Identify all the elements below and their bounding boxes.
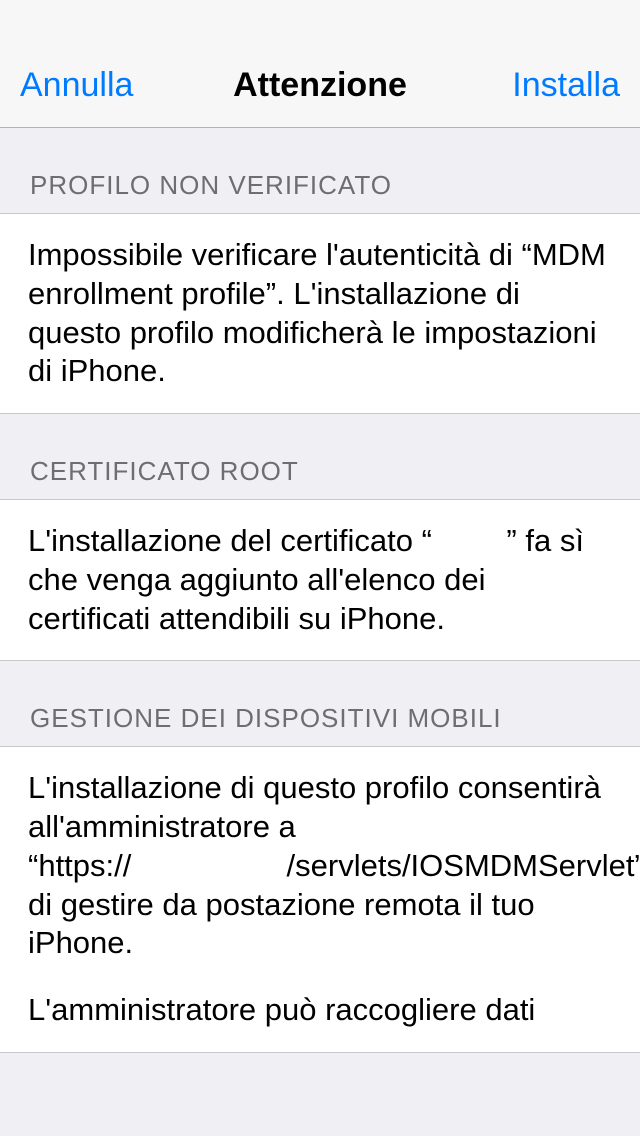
section-body-root: L'installazione del certificato “ ” fa s… [0,499,640,661]
navbar: Annulla Attenzione Installa [0,0,640,128]
install-button[interactable]: Installa [512,66,620,105]
section-body-unverified: Impossibile verificare l'autenticità di … [0,213,640,414]
section-header-mdm: GESTIONE DEI DISPOSITIVI MOBILI [0,661,640,746]
unverified-text: Impossibile verificare l'autenticità di … [28,236,612,391]
root-text: L'installazione del certificato “ ” fa s… [28,522,612,638]
mdm-text-1: L'installazione di questo profilo consen… [28,769,612,963]
section-body-mdm: L'installazione di questo profilo consen… [0,746,640,1053]
mdm-text-2: L'amministratore può raccogliere dati [28,991,612,1030]
section-header-unverified: PROFILO NON VERIFICATO [0,128,640,213]
content-scroll[interactable]: PROFILO NON VERIFICATO Impossibile verif… [0,128,640,1136]
section-header-root: CERTIFICATO ROOT [0,414,640,499]
cancel-button[interactable]: Annulla [20,66,133,105]
